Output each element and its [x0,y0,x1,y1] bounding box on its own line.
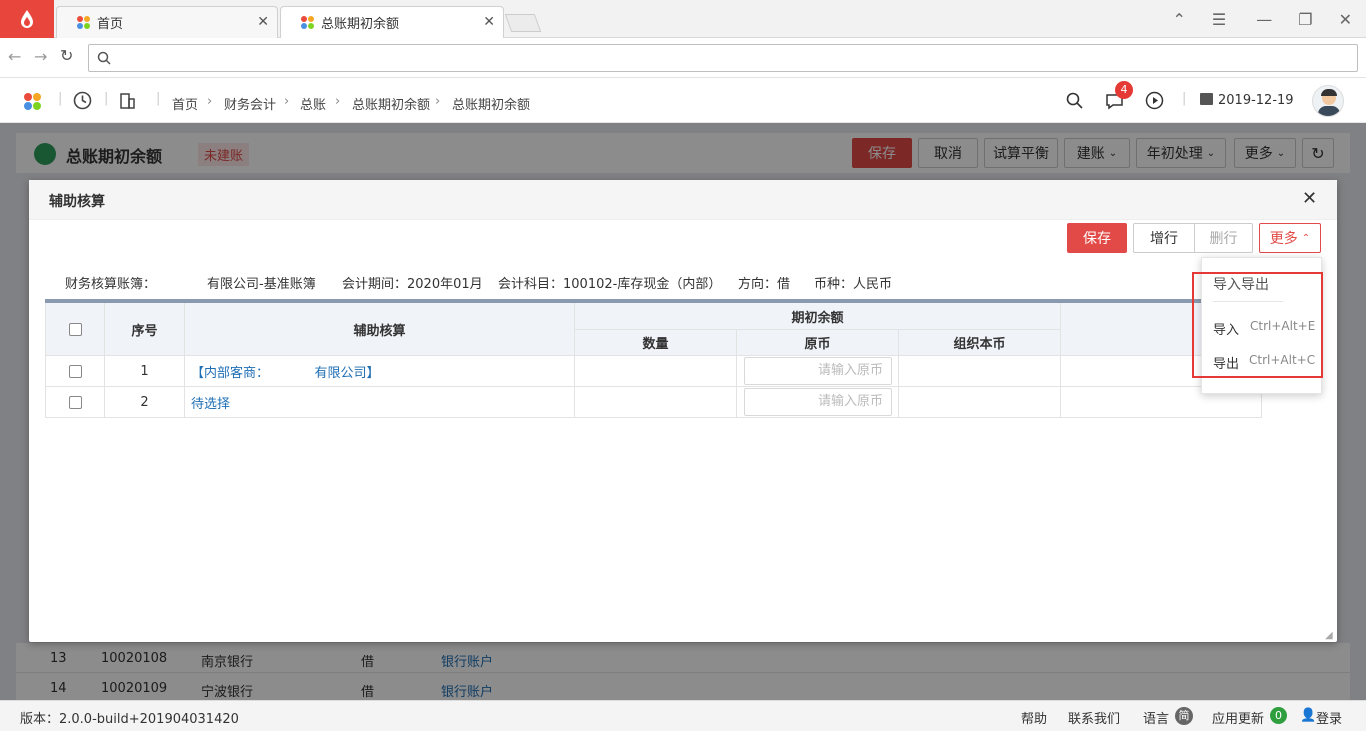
account-text: 会计科目：100102-库存现金（内部） [498,277,722,292]
login-link[interactable]: 登录 [1316,708,1342,727]
breadcrumb-home[interactable]: 首页 [172,94,198,113]
period-text: 会计期间：2020年01月 [342,277,483,292]
play-icon[interactable] [1145,91,1164,110]
chevron-right-icon: › [284,94,290,109]
row-index: 1 [105,356,185,387]
row-select-cell [45,387,105,418]
tab-home[interactable]: 首页 ✕ [56,6,278,38]
window-close-icon[interactable]: ✕ [1339,10,1352,29]
update-link[interactable]: 应用更新 [1212,708,1264,727]
caret-up-icon[interactable]: ⌃ [1173,10,1186,29]
forward-icon[interactable]: → [34,47,47,66]
aux-accounting-dialog: 辅助核算 ✕ 保存 增行 删行 更多 ⌃ 财务核算账簿： 有限公司-基准账簿 会计… [29,180,1337,642]
search-icon[interactable] [1066,92,1083,109]
direction-text: 方向：借 [738,277,791,292]
app-logo-icon[interactable] [24,93,42,111]
tab-label: 首页 [97,17,124,32]
menu-icon[interactable]: ☰ [1212,10,1226,29]
address-bar: ← → ↻ [0,38,1366,78]
calendar-icon [1200,93,1213,105]
chevron-right-icon: › [207,94,213,109]
original-currency-input[interactable]: 请输入原币 [744,357,892,385]
dialog-header: 辅助核算 ✕ [29,180,1337,220]
new-tab-button[interactable] [504,14,542,32]
app-logo-icon [301,15,315,30]
select-all-cell [45,303,105,356]
close-icon[interactable]: ✕ [257,14,269,30]
contact-link[interactable]: 联系我们 [1068,708,1120,727]
update-count-badge: 0 [1270,707,1287,724]
restore-icon[interactable]: ❐ [1298,10,1312,29]
status-bar: 版本：2.0.0-build+201904031420 帮助 联系我们 语言 简… [0,700,1366,731]
history-icon[interactable] [73,91,92,110]
browser-logo-icon[interactable] [0,0,54,38]
book-value: 有限公司-基准账簿 [207,277,316,292]
header-original-currency: 原币 [737,330,899,356]
currency-text: 币种：人民币 [814,277,893,292]
breadcrumb-current: 总账期初余额 [452,98,531,113]
close-icon[interactable]: ✕ [1302,188,1317,209]
window-controls: ⌃ ☰ — ❐ ✕ [1173,0,1366,38]
breadcrumb-ledger[interactable]: 总账 [300,94,326,113]
dialog-more-button[interactable]: 更多 ⌃ [1259,223,1321,253]
aux-selector[interactable]: 【内部客商： 有限公司】 [185,356,575,387]
highlight-box [1192,272,1323,378]
aux-selector[interactable]: 待选择 [185,387,575,418]
dialog-title: 辅助核算 [49,194,105,210]
aux-table: 序号 辅助核算 期初余额 数量 原币 组织本币 1 【内部客商： 有限公司】 请… [45,299,1262,419]
search-icon [97,51,111,65]
current-date[interactable]: 2019-12-19 [1218,93,1294,108]
back-icon[interactable]: ← [8,47,21,66]
original-currency-input[interactable]: 请输入原币 [744,388,892,416]
minimize-icon[interactable]: — [1256,10,1272,29]
chevron-up-icon: ⌃ [1301,232,1311,244]
app-logo-icon [77,15,91,30]
chevron-right-icon: › [435,94,441,109]
header-index: 序号 [105,303,185,356]
breadcrumb-opening-balance[interactable]: 总账期初余额 [352,94,430,113]
row-select-cell [45,356,105,387]
header-opening-balance: 期初余额 [575,303,1061,330]
avatar[interactable] [1312,85,1344,117]
resize-handle-icon[interactable]: ◢ [1325,630,1333,641]
help-link[interactable]: 帮助 [1021,708,1047,727]
header-quantity: 数量 [575,330,737,356]
original-currency-cell: 请输入原币 [737,387,899,418]
add-row-button[interactable]: 增行 [1133,223,1195,253]
url-input[interactable] [88,44,1358,72]
quantity-cell[interactable] [575,356,737,387]
row-index: 2 [105,387,185,418]
language-badge: 简 [1175,707,1193,725]
app-nav-bar: | | | 首页 › 财务会计 › 总账 › 总账期初余额 › 总账期初余额 4… [0,79,1366,123]
building-icon[interactable] [119,92,136,109]
row-checkbox[interactable] [68,364,82,378]
tab-opening-balance[interactable]: 总账期初余额 ✕ [280,6,504,38]
version-text: 版本：2.0.0-build+201904031420 [20,712,239,727]
delete-row-button[interactable]: 删行 [1194,223,1253,253]
close-icon[interactable]: ✕ [483,14,495,30]
row-checkbox[interactable] [68,395,82,409]
header-org-currency: 组织本币 [899,330,1061,356]
dialog-save-button[interactable]: 保存 [1067,223,1127,253]
org-currency-cell[interactable] [899,387,1061,418]
org-currency-cell[interactable] [899,356,1061,387]
language-link[interactable]: 语言 [1143,708,1169,727]
tab-label: 总账期初余额 [321,17,400,32]
notification-badge: 4 [1115,81,1133,99]
breadcrumb-finance[interactable]: 财务会计 [224,94,276,113]
user-icon: 👤 [1300,708,1317,723]
reload-icon[interactable]: ↻ [60,46,73,65]
chevron-right-icon: › [335,94,341,109]
button-label: 更多 [1269,231,1298,247]
original-currency-cell: 请输入原币 [737,356,899,387]
book-label: 财务核算账簿： [65,277,157,292]
browser-tab-bar: 首页 ✕ 总账期初余额 ✕ ⌃ ☰ — ❐ ✕ [0,0,1366,38]
select-all-checkbox[interactable] [68,322,82,336]
quantity-cell[interactable] [575,387,737,418]
header-aux: 辅助核算 [185,303,575,356]
